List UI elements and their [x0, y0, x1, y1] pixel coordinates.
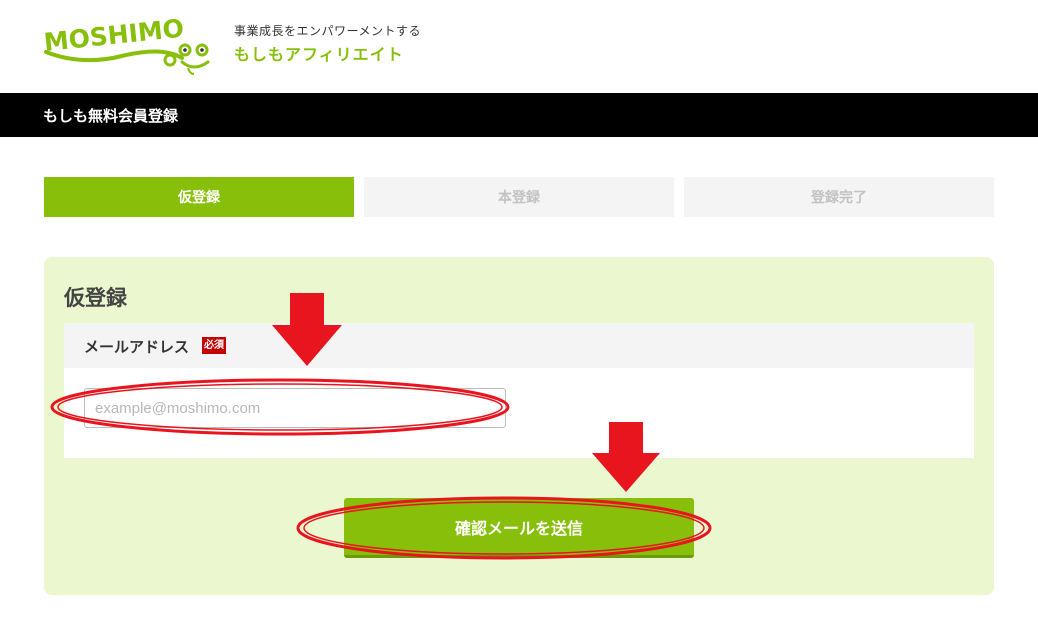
page-titlebar: もしも無料会員登録 — [0, 93, 1038, 137]
email-field-header: メールアドレス 必須 — [64, 323, 974, 368]
form-title: 仮登録 — [64, 286, 127, 310]
send-confirmation-email-button[interactable]: 確認メールを送信 — [344, 498, 694, 558]
step-full-registration: 本登録 — [364, 177, 674, 217]
moshimo-logo[interactable]: MOSHIMO — [42, 14, 222, 78]
registration-form-panel: 仮登録 メールアドレス 必須 確認メールを送信 — [44, 257, 994, 595]
email-input[interactable] — [84, 388, 506, 428]
header-brand-name: もしもアフィリエイト — [234, 45, 404, 64]
registration-steps: 仮登録 本登録 登録完了 — [44, 177, 994, 217]
step-provisional-registration: 仮登録 — [44, 177, 354, 217]
header-tagline-sub: 事業成長をエンパワーメントする — [234, 24, 422, 38]
required-badge: 必須 — [202, 337, 226, 354]
site-header: MOSHIMO 事業成長をエンパワーメントする もしもアフィリエイト — [0, 0, 1038, 93]
email-field-group: メールアドレス 必須 — [64, 323, 974, 458]
email-field-label: メールアドレス — [84, 338, 190, 356]
page-title: もしも無料会員登録 — [43, 107, 179, 125]
step-registration-complete: 登録完了 — [684, 177, 994, 217]
